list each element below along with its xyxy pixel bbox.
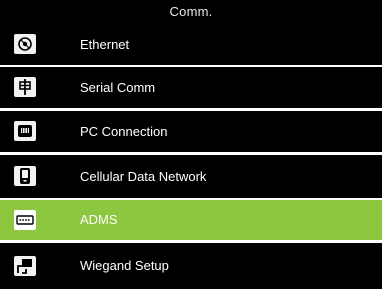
ethernet-icon bbox=[14, 34, 36, 54]
page-title: Comm. bbox=[0, 0, 382, 24]
serial-comm-icon bbox=[14, 77, 36, 97]
menu-item-label: ADMS bbox=[80, 212, 118, 227]
menu-item-cellular-data-network[interactable]: Cellular Data Network bbox=[0, 155, 382, 198]
pc-connection-icon bbox=[14, 121, 36, 141]
comm-menu: Ethernet Serial Comm PC Connection Cellu… bbox=[0, 24, 382, 289]
menu-item-ethernet[interactable]: Ethernet bbox=[0, 24, 382, 65]
menu-item-label: PC Connection bbox=[80, 124, 168, 139]
menu-item-wiegand-setup[interactable]: Wiegand Setup bbox=[0, 243, 382, 289]
menu-item-label: Ethernet bbox=[80, 37, 130, 52]
menu-item-serial-comm[interactable]: Serial Comm bbox=[0, 67, 382, 108]
adms-icon bbox=[14, 210, 36, 230]
comm-screen: Comm. Ethernet Serial Comm PC Connection… bbox=[0, 0, 382, 289]
menu-item-label: Wiegand Setup bbox=[80, 258, 169, 273]
menu-item-label: Serial Comm bbox=[80, 80, 156, 95]
wiegand-setup-icon bbox=[14, 256, 36, 276]
menu-item-adms[interactable]: ADMS bbox=[0, 200, 382, 240]
cellular-data-icon bbox=[14, 166, 36, 186]
menu-item-pc-connection[interactable]: PC Connection bbox=[0, 111, 382, 152]
menu-item-label: Cellular Data Network bbox=[80, 169, 207, 184]
